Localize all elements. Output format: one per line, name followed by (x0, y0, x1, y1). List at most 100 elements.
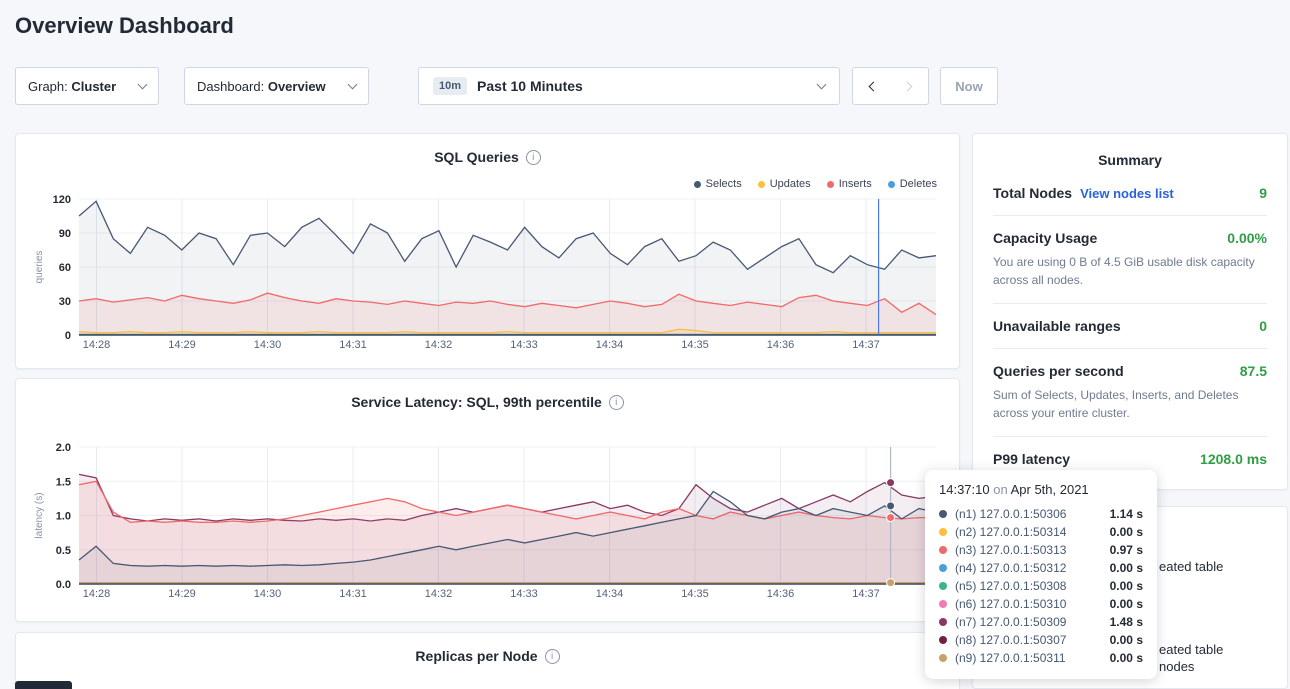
legend-dot-icon (758, 181, 765, 188)
time-range-dropdown[interactable]: 10m Past 10 Minutes (418, 67, 840, 105)
p99-label: P99 latency (993, 451, 1070, 467)
chevron-down-icon (817, 79, 827, 89)
qps-desc: Sum of Selects, Updates, Inserts, and De… (993, 386, 1265, 422)
chevron-down-icon (348, 79, 358, 89)
node-address: (n3) 127.0.0.1:50313 (955, 543, 1110, 557)
page-title: Overview Dashboard (15, 13, 234, 39)
svg-text:14:30: 14:30 (254, 339, 282, 351)
svg-text:14:37: 14:37 (852, 339, 880, 351)
summary-row-capacity: Capacity Usage 0.00% You are using 0 B o… (993, 215, 1267, 303)
replicas-chart-title: Replicas per Node (415, 648, 537, 664)
svg-text:14:31: 14:31 (339, 339, 367, 351)
svg-text:14:32: 14:32 (425, 588, 453, 600)
dashboard-text: Dashboard: Overview (197, 79, 326, 94)
dashboard-dropdown[interactable]: Dashboard: Overview (184, 67, 369, 105)
tooltip-conj: on (993, 482, 1007, 497)
time-next-button[interactable] (890, 67, 929, 105)
tooltip-time: 14:37:10 (939, 482, 990, 497)
svg-text:14:30: 14:30 (254, 588, 282, 600)
info-icon[interactable]: i (609, 395, 624, 410)
tooltip-node-row: (n1) 127.0.0.1:503061.14 s (939, 505, 1143, 523)
svg-text:14:29: 14:29 (168, 588, 196, 600)
legend-item-inserts[interactable]: Inserts (827, 178, 872, 190)
overview-dashboard-page: Overview Dashboard Graph: Cluster Dashbo… (0, 0, 1290, 689)
svg-text:14:31: 14:31 (339, 588, 367, 600)
tooltip-node-row: (n5) 127.0.0.1:503080.00 s (939, 577, 1143, 595)
tooltip-timestamp: 14:37:10 on Apr 5th, 2021 (939, 482, 1143, 497)
tooltip-node-row: (n3) 127.0.0.1:503130.97 s (939, 541, 1143, 559)
node-color-dot-icon (939, 546, 947, 554)
summary-title: Summary (973, 134, 1287, 168)
service-latency-card: Service Latency: SQL, 99th percentile i … (15, 378, 960, 622)
summary-row-total-nodes: Total Nodes View nodes list 9 (993, 185, 1267, 215)
node-latency-value: 1.14 s (1110, 507, 1143, 521)
legend-label: Deletes (900, 178, 937, 190)
total-nodes-value: 9 (1259, 185, 1267, 201)
svg-text:14:32: 14:32 (425, 339, 453, 351)
graph-scope-value: Cluster (71, 79, 116, 94)
tooltip-node-row: (n8) 127.0.0.1:503070.00 s (939, 631, 1143, 649)
legend-label: Selects (706, 178, 742, 190)
now-button[interactable]: Now (940, 67, 998, 105)
svg-text:1.5: 1.5 (56, 476, 71, 488)
capacity-value: 0.00% (1227, 230, 1267, 246)
node-address: (n8) 127.0.0.1:50307 (955, 633, 1110, 647)
tooltip-node-row: (n2) 127.0.0.1:503140.00 s (939, 523, 1143, 541)
legend-item-selects[interactable]: Selects (694, 178, 742, 190)
chevron-right-icon (902, 81, 912, 91)
graph-scope-dropdown[interactable]: Graph: Cluster (15, 67, 159, 105)
service-latency-chart[interactable]: 0.00.51.01.52.014:2814:2914:3014:3114:32… (16, 419, 961, 619)
tooltip-node-row: (n4) 127.0.0.1:503120.00 s (939, 559, 1143, 577)
tooltip-date: Apr 5th, 2021 (1011, 482, 1089, 497)
svg-text:0.0: 0.0 (56, 579, 71, 591)
node-color-dot-icon (939, 510, 947, 518)
replicas-per-node-card: Replicas per Node i (15, 632, 960, 689)
svg-text:30: 30 (59, 296, 71, 308)
summary-row-unavailable: Unavailable ranges 0 (993, 303, 1267, 348)
event-text-fragment: eated table (1159, 559, 1223, 574)
time-prev-button[interactable] (852, 67, 891, 105)
tooltip-rows: (n1) 127.0.0.1:503061.14 s(n2) 127.0.0.1… (939, 505, 1143, 667)
svg-text:queries: queries (34, 251, 45, 284)
svg-text:14:37: 14:37 (852, 588, 880, 600)
graph-scope-text: Graph: Cluster (28, 79, 116, 94)
svg-text:14:36: 14:36 (767, 588, 795, 600)
dashboard-label: Dashboard: (197, 79, 264, 94)
sql-queries-chart[interactable]: 030609012014:2814:2914:3014:3114:3214:33… (16, 190, 961, 360)
event-text-fragment: nodes (1159, 659, 1194, 674)
legend-item-deletes[interactable]: Deletes (888, 178, 937, 190)
time-range-value: Past 10 Minutes (477, 78, 583, 94)
legend-item-updates[interactable]: Updates (758, 178, 811, 190)
sql-queries-card: SQL Queries i SelectsUpdatesInsertsDelet… (15, 133, 960, 369)
svg-text:14:35: 14:35 (681, 339, 709, 351)
legend-dot-icon (694, 181, 701, 188)
partial-element (15, 681, 72, 689)
chart-hover-tooltip: 14:37:10 on Apr 5th, 2021 (n1) 127.0.0.1… (925, 470, 1157, 679)
svg-text:14:33: 14:33 (510, 339, 538, 351)
node-color-dot-icon (939, 564, 947, 572)
info-icon[interactable]: i (526, 150, 541, 165)
svg-text:14:34: 14:34 (596, 588, 624, 600)
total-nodes-text: Total Nodes (993, 185, 1072, 201)
svg-text:14:29: 14:29 (168, 339, 196, 351)
svg-text:0: 0 (65, 330, 71, 342)
node-color-dot-icon (939, 618, 947, 626)
node-latency-value: 0.00 s (1110, 633, 1143, 647)
node-latency-value: 1.48 s (1110, 615, 1143, 629)
node-color-dot-icon (939, 654, 947, 662)
svg-text:14:33: 14:33 (510, 588, 538, 600)
node-address: (n5) 127.0.0.1:50308 (955, 579, 1110, 593)
total-nodes-label: Total Nodes View nodes list (993, 185, 1174, 201)
node-latency-value: 0.97 s (1110, 543, 1143, 557)
node-color-dot-icon (939, 528, 947, 536)
info-icon[interactable]: i (545, 649, 560, 664)
tooltip-node-row: (n7) 127.0.0.1:503091.48 s (939, 613, 1143, 631)
chevron-down-icon (138, 79, 148, 89)
svg-text:14:36: 14:36 (767, 339, 795, 351)
svg-text:60: 60 (59, 262, 71, 274)
view-nodes-list-link[interactable]: View nodes list (1080, 186, 1174, 201)
tooltip-node-row: (n6) 127.0.0.1:503100.00 s (939, 595, 1143, 613)
tooltip-node-row: (n9) 127.0.0.1:503110.00 s (939, 649, 1143, 667)
capacity-desc: You are using 0 B of 4.5 GiB usable disk… (993, 253, 1265, 289)
unavailable-label: Unavailable ranges (993, 318, 1121, 334)
